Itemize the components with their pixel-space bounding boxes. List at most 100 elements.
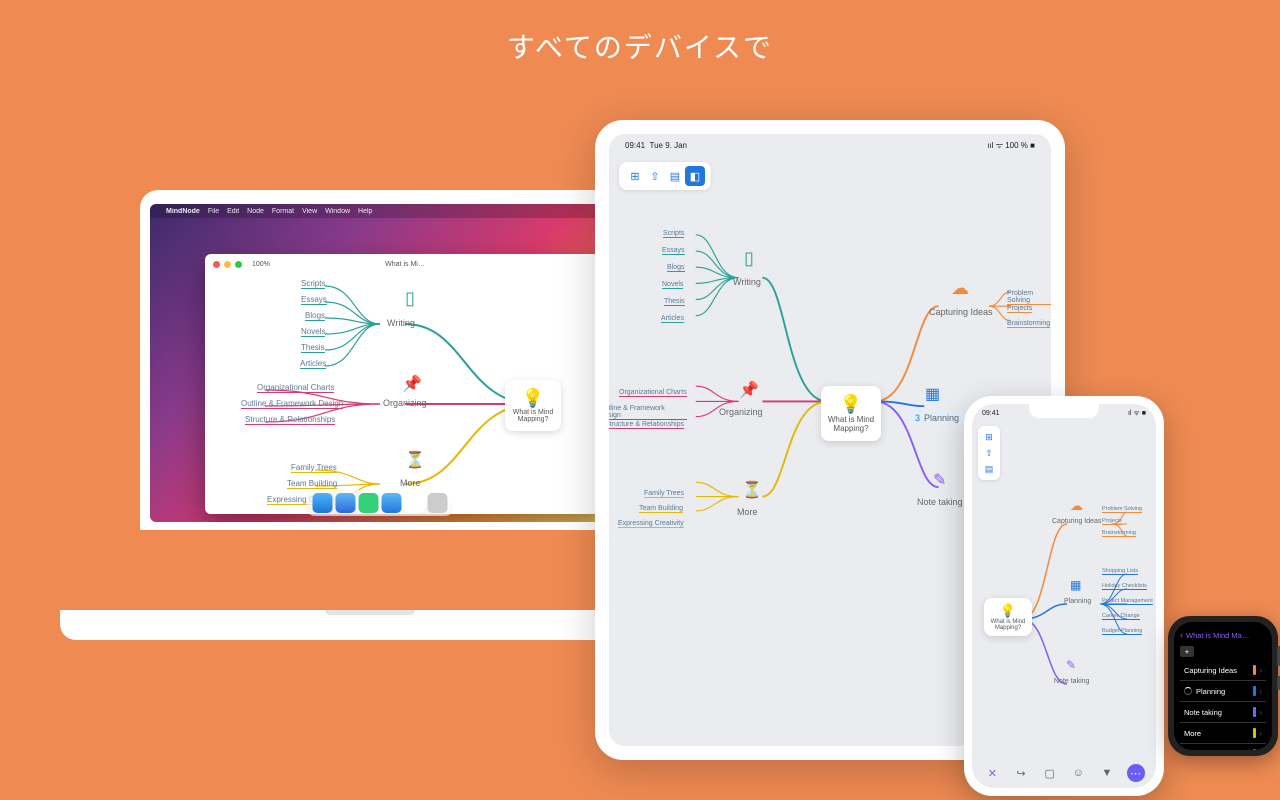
watch-item-label: Planning xyxy=(1196,687,1225,696)
branch-capturing[interactable]: Capturing Ideas xyxy=(1052,518,1101,525)
branch-more[interactable]: More xyxy=(737,507,758,517)
center-node[interactable]: 💡What is Mind Mapping? xyxy=(821,386,881,441)
branch-notetaking[interactable]: Note taking xyxy=(917,497,963,507)
menu-view[interactable]: View xyxy=(302,208,317,215)
branch-planning[interactable]: 3Planning xyxy=(909,412,965,424)
leaf-career[interactable]: Career Change xyxy=(1102,613,1140,620)
leaf-blogs[interactable]: Blogs xyxy=(305,311,325,321)
leaf-scripts[interactable]: Scripts xyxy=(663,230,684,238)
dock-mindnode-icon[interactable] xyxy=(405,493,425,513)
share-icon[interactable]: ⇧ xyxy=(645,166,665,186)
leaf-novels[interactable]: Novels xyxy=(662,281,683,289)
dock-trash-icon[interactable] xyxy=(428,493,448,513)
cloud-icon: ☁ xyxy=(1070,498,1083,514)
tagline: すべてのデバイスで xyxy=(0,0,1280,66)
leaf-projects[interactable]: Projects xyxy=(1007,305,1032,313)
back-icon[interactable]: ‹ xyxy=(1180,630,1183,640)
iphone-mindmap-canvas[interactable]: 💡What is Mind Mapping? Capturing Ideas ☁… xyxy=(972,448,1156,760)
leaf-brainstorm[interactable]: Brainstorming xyxy=(1007,320,1050,328)
chevron-right-icon: › xyxy=(1259,750,1262,751)
leaf-brainstorm[interactable]: Brainstorming xyxy=(1102,530,1136,537)
grid-icon[interactable]: ⊞ xyxy=(625,166,645,186)
branch-capturing[interactable]: Capturing Ideas xyxy=(929,307,993,317)
leaf-outline[interactable]: Outline & Framework Design xyxy=(241,399,343,409)
branch-writing[interactable]: Writing xyxy=(387,318,415,328)
watch-item[interactable]: Note taking› xyxy=(1180,702,1266,723)
dock-messages-icon[interactable] xyxy=(359,493,379,513)
watch-item-label: More xyxy=(1184,729,1201,738)
leaf-project[interactable]: Project Management xyxy=(1102,598,1153,605)
watch-item[interactable]: Organizing› xyxy=(1180,744,1266,750)
leaf-articles[interactable]: Articles xyxy=(661,315,684,323)
add-icon[interactable]: ⋯ xyxy=(1127,764,1145,782)
leaf-family[interactable]: Family Trees xyxy=(291,463,337,473)
leaf-problem[interactable]: Problem Solving xyxy=(1102,506,1142,513)
image-icon[interactable]: ▢ xyxy=(1041,764,1059,782)
leaf-essays[interactable]: Essays xyxy=(301,295,327,305)
menu-edit[interactable]: Edit xyxy=(227,208,239,215)
leaf-outline[interactable]: Outline & Framework Design xyxy=(609,405,687,420)
center-node[interactable]: 💡What is Mind Mapping? xyxy=(505,380,561,431)
leaf-thesis[interactable]: Thesis xyxy=(301,343,325,353)
outline-icon[interactable]: ▤ xyxy=(665,166,685,186)
watch-title[interactable]: ‹ What is Mind Ma… xyxy=(1180,630,1266,640)
pencil-icon: ✎ xyxy=(933,470,946,490)
add-button[interactable]: + xyxy=(1180,646,1194,657)
leaf-structure[interactable]: Structure & Relationships xyxy=(609,421,684,429)
watch-item[interactable]: More› xyxy=(1180,723,1266,744)
minimize-icon[interactable] xyxy=(224,261,231,268)
menu-file[interactable]: File xyxy=(208,208,219,215)
watch-item[interactable]: Planning› xyxy=(1180,681,1266,702)
watch-item[interactable]: Capturing Ideas› xyxy=(1180,660,1266,681)
menu-window[interactable]: Window xyxy=(325,208,350,215)
mac-mindmap-canvas[interactable]: 💡What is Mind Mapping? Writing ▯ Organiz… xyxy=(205,274,605,514)
branch-writing[interactable]: Writing xyxy=(733,277,761,287)
menu-app[interactable]: MindNode xyxy=(166,208,200,215)
sticker-icon[interactable]: ☺ xyxy=(1069,764,1087,782)
leaf-scripts[interactable]: Scripts xyxy=(301,279,325,289)
inspector-icon[interactable]: ◧ xyxy=(685,166,705,186)
leaf-blogs[interactable]: Blogs xyxy=(667,264,685,272)
branch-organizing[interactable]: Organizing xyxy=(383,398,427,408)
center-node[interactable]: 💡What is Mind Mapping? xyxy=(984,598,1032,636)
leaf-essays[interactable]: Essays xyxy=(662,247,685,255)
focus-icon[interactable]: ✕ xyxy=(983,764,1001,782)
branch-organizing[interactable]: Organizing xyxy=(719,407,763,417)
zoom-icon[interactable] xyxy=(235,261,242,268)
leaf-novels[interactable]: Novels xyxy=(301,327,325,337)
leaf-team[interactable]: Team Building xyxy=(639,505,683,513)
style-icon[interactable]: ▼ xyxy=(1098,764,1116,782)
leaf-holiday[interactable]: Holiday Checklists xyxy=(1102,583,1147,590)
leaf-thesis[interactable]: Thesis xyxy=(664,298,685,306)
redo-icon[interactable]: ↪ xyxy=(1012,764,1030,782)
leaf-problem[interactable]: Problem Solving xyxy=(1007,290,1051,305)
color-bar xyxy=(1253,707,1256,717)
leaf-family[interactable]: Family Trees xyxy=(644,490,684,498)
grid-icon[interactable]: ⊞ xyxy=(981,429,997,445)
menu-format[interactable]: Format xyxy=(272,208,294,215)
watch-mockup: ‹ What is Mind Ma… + Capturing Ideas›Pla… xyxy=(1168,616,1278,756)
leaf-articles[interactable]: Articles xyxy=(300,359,326,369)
leaf-creativity[interactable]: Expressing Creativity xyxy=(618,520,684,528)
branch-planning[interactable]: Planning xyxy=(1064,598,1091,605)
leaf-org[interactable]: Organizational Charts xyxy=(619,389,687,397)
iphone-notch xyxy=(1029,404,1099,418)
leaf-structure[interactable]: Structure & Relationships xyxy=(245,415,335,425)
leaf-projects[interactable]: Projects xyxy=(1102,518,1122,525)
close-icon[interactable] xyxy=(213,261,220,268)
menu-node[interactable]: Node xyxy=(247,208,264,215)
mac-menubar: MindNode File Edit Node Format View Wind… xyxy=(150,204,610,218)
dock-safari-icon[interactable] xyxy=(336,493,356,513)
menu-help[interactable]: Help xyxy=(358,208,372,215)
leaf-org-charts[interactable]: Organizational Charts xyxy=(257,383,334,393)
dock-finder-icon[interactable] xyxy=(313,493,333,513)
dock-mail-icon[interactable] xyxy=(382,493,402,513)
leaf-team[interactable]: Team Building xyxy=(287,479,337,489)
branch-more[interactable]: More xyxy=(400,478,421,488)
leaf-budget[interactable]: Budget Planning xyxy=(1102,628,1142,635)
color-bar xyxy=(1253,728,1256,738)
calendar-icon: ▦ xyxy=(925,384,940,404)
ipad-toolbar: ⊞ ⇧ ▤ ◧ xyxy=(619,162,711,190)
branch-notetaking[interactable]: Note taking xyxy=(1054,678,1089,685)
leaf-shopping[interactable]: Shopping Lists xyxy=(1102,568,1138,575)
